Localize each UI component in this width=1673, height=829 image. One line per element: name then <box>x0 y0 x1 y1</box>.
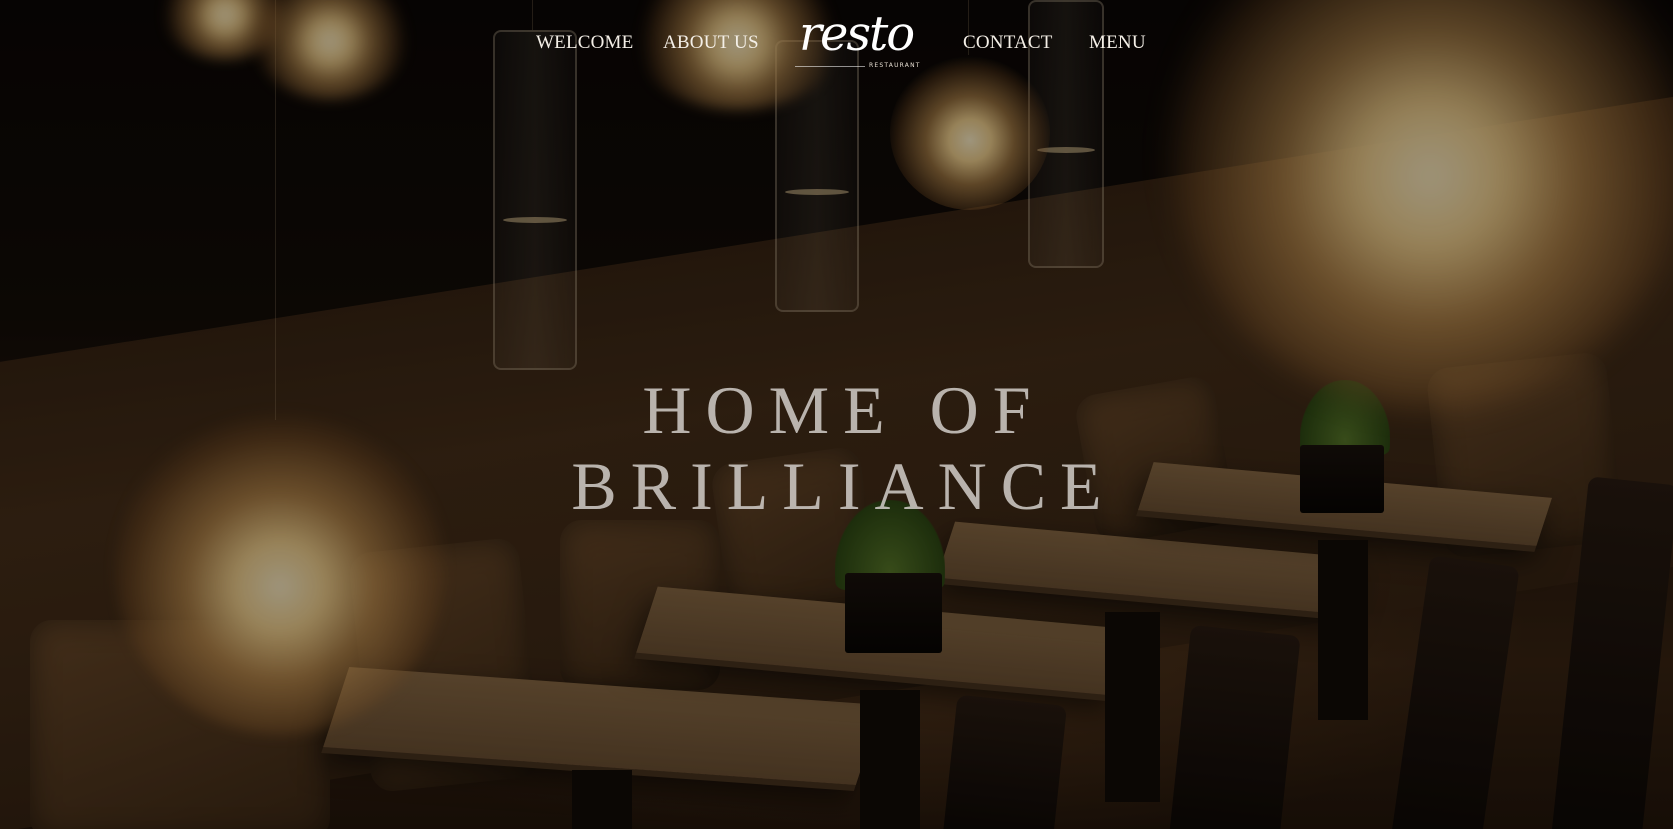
nav-link-contact[interactable]: CONTACT <box>963 32 1053 54</box>
hero-headline: HOME OF BRILLIANCE <box>0 372 1673 524</box>
hero-title-line-1: HOME OF <box>642 372 1045 448</box>
resto-logo[interactable]: resto RESTAURANT <box>793 6 921 72</box>
logo-tagline: RESTAURANT <box>869 62 921 69</box>
logo-divider <box>795 66 865 67</box>
nav-link-about-us[interactable]: ABOUT US <box>663 32 759 54</box>
nav-link-welcome[interactable]: WELCOME <box>536 32 633 54</box>
logo-wordmark: resto <box>799 6 915 62</box>
main-nav: WELCOME ABOUT US resto RESTAURANT CONTAC… <box>0 0 1673 80</box>
hero-title-line-2: BRILLIANCE <box>571 448 1116 524</box>
nav-link-menu[interactable]: MENU <box>1089 32 1146 54</box>
page: WELCOME ABOUT US resto RESTAURANT CONTAC… <box>0 0 1673 829</box>
